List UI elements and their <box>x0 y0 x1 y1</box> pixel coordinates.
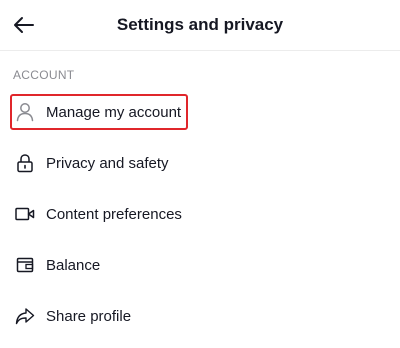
page-title: Settings and privacy <box>116 15 284 34</box>
menu-item-manage-account[interactable]: Manage my account <box>10 94 188 130</box>
menu-item-label: Share profile <box>46 307 132 325</box>
menu-item-label: Privacy and safety <box>46 154 169 172</box>
wallet-icon <box>14 254 36 276</box>
section-label-account: ACCOUNT <box>13 68 75 82</box>
video-camera-icon <box>14 203 36 225</box>
menu-item-label: Balance <box>46 256 101 274</box>
menu-item-share-profile[interactable]: Share profile <box>10 298 310 334</box>
lock-icon <box>14 152 36 174</box>
header-bar: Settings and privacy <box>0 0 400 51</box>
menu-item-content-preferences[interactable]: Content preferences <box>10 196 310 232</box>
menu-item-privacy-safety[interactable]: Privacy and safety <box>10 145 310 181</box>
menu-item-balance[interactable]: Balance <box>10 247 310 283</box>
share-arrow-icon <box>14 305 36 327</box>
menu-item-label: Content preferences <box>46 205 182 223</box>
menu-item-label: Manage my account <box>46 103 182 121</box>
person-icon <box>14 101 36 123</box>
